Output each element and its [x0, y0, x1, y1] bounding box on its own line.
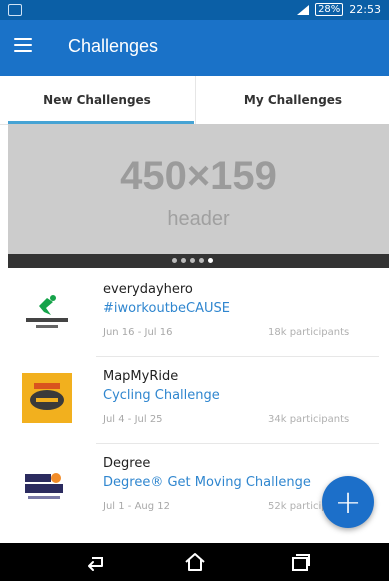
- notification-icon: [8, 4, 22, 16]
- back-icon[interactable]: [82, 552, 106, 572]
- carousel-dot-active[interactable]: [208, 258, 213, 263]
- header-banner[interactable]: 450×159 header: [8, 124, 389, 254]
- carousel-dots: [172, 258, 213, 263]
- banner-size-text: 450×159: [120, 154, 277, 198]
- participants-count: 34k participants: [268, 414, 350, 425]
- hamburger-menu-icon[interactable]: [14, 38, 32, 52]
- banner-caption: header: [167, 208, 230, 230]
- tab-label: New Challenges: [43, 93, 151, 107]
- list-item[interactable]: everydayhero #iworkoutbeCAUSE Jun 16 - J…: [0, 270, 389, 356]
- carousel-dot[interactable]: [172, 258, 177, 263]
- clock: 22:53: [349, 3, 381, 16]
- carousel-dot[interactable]: [199, 258, 204, 263]
- list-item[interactable]: MapMyRide Cycling Challenge Jul 4 - Jul …: [0, 357, 389, 443]
- carousel-dot[interactable]: [190, 258, 195, 263]
- signal-icon: [297, 4, 310, 15]
- challenge-org: MapMyRide: [103, 369, 179, 384]
- carousel-dot[interactable]: [181, 258, 186, 263]
- system-nav-bar: [0, 543, 389, 581]
- participants-count: 18k participants: [268, 327, 350, 338]
- tab-bar: New Challenges My Challenges: [0, 76, 389, 125]
- app-bar: Challenges: [0, 20, 389, 76]
- challenge-dates: Jul 1 - Aug 12: [103, 501, 171, 512]
- challenge-name[interactable]: Cycling Challenge: [103, 388, 220, 403]
- challenge-name[interactable]: Degree® Get Moving Challenge: [103, 475, 311, 490]
- tab-my-challenges[interactable]: My Challenges: [195, 76, 389, 124]
- challenge-dates: Jun 16 - Jul 16: [103, 327, 173, 338]
- challenge-org: Degree: [103, 456, 151, 471]
- challenge-org: everydayhero: [103, 282, 193, 297]
- battery-indicator: 28%: [315, 3, 344, 16]
- page-title: Challenges: [68, 36, 159, 56]
- status-bar: 28% 22:53: [0, 0, 389, 20]
- status-right: 28% 22:53: [297, 3, 381, 16]
- home-icon[interactable]: [183, 552, 207, 572]
- everydayhero-logo: [22, 286, 72, 336]
- degree-get-moving-logo: [22, 460, 72, 510]
- plus-icon: +: [334, 483, 362, 521]
- add-challenge-button[interactable]: +: [322, 476, 374, 528]
- carousel-indicator-bar: [8, 254, 389, 268]
- recents-icon[interactable]: [288, 552, 312, 572]
- tab-label: My Challenges: [243, 93, 343, 107]
- mapmyride-logo: [22, 373, 72, 423]
- challenge-dates: Jul 4 - Jul 25: [103, 414, 163, 425]
- tab-new-challenges[interactable]: New Challenges: [0, 76, 194, 124]
- challenge-name[interactable]: #iworkoutbeCAUSE: [103, 301, 230, 316]
